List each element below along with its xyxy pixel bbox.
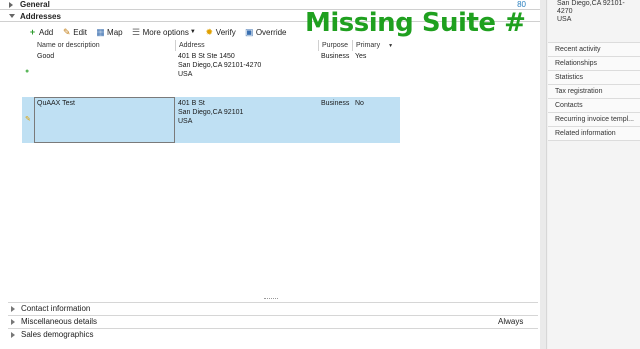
- verify-icon: ✹: [205, 26, 214, 37]
- misc-label: Miscellaneous details: [21, 317, 98, 326]
- row-address-line1: 401 B St: [178, 100, 205, 107]
- column-header-purpose[interactable]: Purpose: [318, 40, 352, 51]
- expand-icon: [11, 332, 15, 338]
- column-header-address[interactable]: Address: [175, 40, 318, 51]
- row-purpose: Business: [321, 100, 350, 107]
- plus-icon: +: [29, 26, 36, 37]
- misc-value: Always: [498, 317, 524, 326]
- row-address-line2: San Diego,CA 92101: [178, 109, 244, 116]
- column-header-primary[interactable]: Primary ▼: [352, 40, 400, 51]
- row-address-line2: San Diego,CA 92101-4270: [178, 62, 262, 69]
- factbox-tax-registration[interactable]: Tax registration: [548, 85, 640, 99]
- collapse-icon: [9, 14, 15, 18]
- verify-label: Verify: [215, 27, 236, 37]
- override-label: Override: [255, 27, 287, 37]
- edit-label: Edit: [73, 27, 88, 37]
- override-button[interactable]: ▣ Override: [245, 26, 287, 37]
- map-icon: ▦: [96, 26, 105, 37]
- pencil-icon: ✎: [62, 26, 71, 37]
- factbox-statistics[interactable]: Statistics: [548, 71, 640, 85]
- resize-grip[interactable]: [264, 298, 278, 301]
- pane-splitter[interactable]: [540, 0, 546, 349]
- table-row-selected[interactable]: ✎ QuAAX Test 401 B St San Diego,CA 92101…: [22, 97, 400, 143]
- pencil-marker-icon: ✎: [25, 116, 31, 123]
- more-options-button[interactable]: ☰ More options ▼: [132, 26, 196, 37]
- row-address-line3: USA: [178, 118, 193, 125]
- address-card: San Diego,CA 92101-4270 USA: [557, 0, 640, 24]
- status-dot-icon: ●: [25, 68, 30, 75]
- factbox-pane: San Diego,CA 92101-4270 USA Recent activ…: [548, 0, 640, 349]
- edit-button[interactable]: ✎ Edit: [62, 26, 88, 37]
- primary-header-label: Primary: [356, 42, 381, 49]
- expand-icon: [9, 2, 13, 8]
- column-header-name[interactable]: Name or description: [34, 40, 177, 51]
- verify-button[interactable]: ✹ Verify: [205, 26, 236, 37]
- list-icon: ☰: [132, 26, 141, 37]
- address-toolbar: + Add ✎ Edit ▦ Map ☰ More options ▼ ✹ Ve…: [28, 26, 296, 38]
- general-label: General: [20, 0, 50, 9]
- more-options-label: More options: [142, 27, 189, 37]
- contact-section-header[interactable]: Contact information: [8, 302, 538, 314]
- factbox-relationships[interactable]: Relationships: [548, 57, 640, 71]
- dropdown-arrow-icon: ▼: [189, 29, 196, 35]
- factbox-recurring-invoice[interactable]: Recurring invoice templ...: [548, 113, 640, 127]
- factbox-contacts[interactable]: Contacts: [548, 99, 640, 113]
- expand-icon: [11, 306, 15, 312]
- expand-icon: [11, 319, 15, 325]
- overlay-caption: Missing Suite #: [305, 8, 526, 38]
- row-address-line1: 401 B St Ste 1450: [178, 53, 235, 60]
- override-icon: ▣: [245, 26, 254, 37]
- sales-section-header[interactable]: Sales demographics: [8, 328, 538, 340]
- factbox-related-information[interactable]: Related information: [548, 127, 640, 141]
- factbox-recent-activity[interactable]: Recent activity: [548, 42, 640, 57]
- contact-label: Contact information: [21, 304, 91, 313]
- row-name: QuAAX Test: [37, 100, 76, 107]
- factbox-list: Recent activity Relationships Statistics…: [548, 42, 640, 141]
- main-form: General 80 Addresses + Add ✎ Edit ▦ Map …: [0, 0, 547, 349]
- map-button[interactable]: ▦ Map: [96, 26, 123, 37]
- name-edit-field[interactable]: QuAAX Test: [34, 97, 175, 143]
- sort-arrow-icon: ▼: [388, 43, 394, 49]
- address-card-line2: USA: [557, 16, 572, 23]
- row-address-line3: USA: [178, 71, 193, 78]
- row-name: Good: [37, 53, 55, 60]
- addresses-label: Addresses: [20, 12, 61, 21]
- row-primary: No: [355, 100, 364, 107]
- add-label: Add: [39, 27, 54, 37]
- row-purpose: Business: [321, 53, 350, 60]
- sales-label: Sales demographics: [21, 330, 94, 339]
- misc-section-header[interactable]: Miscellaneous details Always: [8, 315, 538, 327]
- map-label: Map: [107, 27, 123, 37]
- address-card-line1: San Diego,CA 92101-4270: [557, 0, 625, 15]
- add-button[interactable]: + Add: [28, 26, 54, 37]
- row-primary: Yes: [355, 53, 367, 60]
- table-row[interactable]: ● Good 401 B St Ste 1450 San Diego,CA 92…: [22, 51, 400, 95]
